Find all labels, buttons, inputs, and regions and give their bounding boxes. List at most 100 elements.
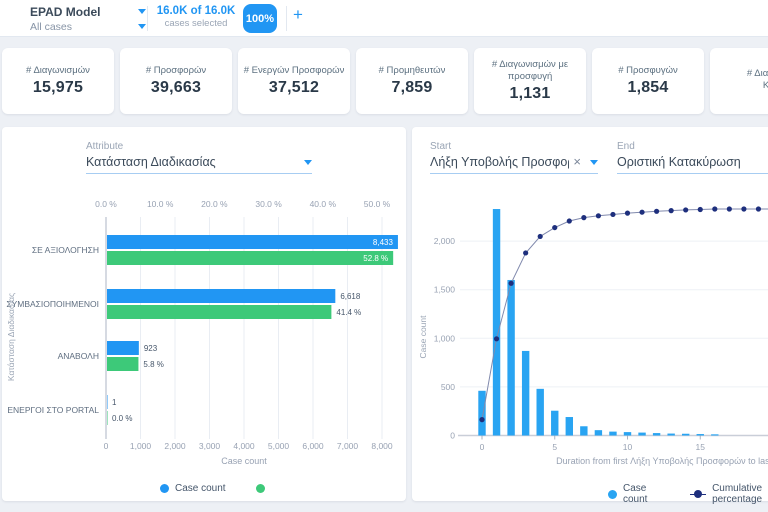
histogram-bar[interactable]: [638, 433, 645, 436]
histogram-bar[interactable]: [493, 209, 500, 435]
y-axis-tick-label: 1,000: [434, 333, 456, 343]
kpi-label: # Διαγων: [747, 68, 768, 80]
attribute-dropdown[interactable]: Attribute Κατάσταση Διαδικασίας: [86, 141, 312, 174]
histogram-bar[interactable]: [566, 417, 573, 435]
duration-histogram-panel: Start Λήξη Υποβολής Προσφορών × End Ορισ…: [412, 127, 768, 501]
legend-item[interactable]: Case count: [160, 483, 226, 494]
cumulative-point[interactable]: [639, 210, 644, 215]
kpi-label: # Διαγωνισμών: [26, 65, 90, 77]
clear-icon[interactable]: ×: [573, 157, 581, 167]
histogram-bar[interactable]: [624, 432, 631, 435]
histogram-bar[interactable]: [682, 434, 689, 436]
category-label: ΣΥΜΒΑΣΙΟΠΟΙΗΜΕΝΟΙ: [6, 299, 99, 309]
histogram-bar[interactable]: [537, 389, 544, 436]
case-count-bar[interactable]: [107, 395, 108, 409]
cumulative-point[interactable]: [625, 211, 630, 216]
cumulative-point[interactable]: [509, 281, 514, 286]
percentage-bar[interactable]: [107, 305, 331, 319]
top-axis-tick-label: 20.0 %: [201, 199, 228, 209]
histogram-bar[interactable]: [478, 391, 485, 436]
legend-label: Case count: [623, 483, 672, 505]
category-label: ΣΕ ΑΞΙΟΛΟΓΗΣΗ: [32, 245, 99, 255]
kpi-value: 1,131: [509, 85, 550, 103]
cumulative-point[interactable]: [523, 250, 528, 255]
cumulative-point[interactable]: [712, 206, 717, 211]
cumulative-point[interactable]: [552, 225, 557, 230]
cumulative-point[interactable]: [596, 213, 601, 218]
cumulative-point[interactable]: [581, 215, 586, 220]
kpi-value: 15,975: [33, 79, 83, 97]
selected-cases-caption: cases selected: [152, 18, 240, 29]
selection-summary: 16.0K of 16.0K cases selected: [152, 5, 240, 29]
cumulative-point[interactable]: [756, 206, 761, 211]
y-axis-title: Case count: [418, 315, 428, 359]
attribute-dropdown-value: Κατάσταση Διαδικασίας: [86, 155, 304, 169]
divider: [147, 6, 148, 31]
kpi-card: # Προμηθευτών 7,859: [356, 48, 468, 114]
cumulative-point[interactable]: [479, 417, 484, 422]
histogram-bar[interactable]: [595, 430, 602, 435]
legend-item[interactable]: [256, 484, 271, 493]
histogram-bar[interactable]: [507, 280, 514, 436]
kpi-value: 7,859: [391, 79, 432, 97]
kpi-value: 39,663: [151, 79, 201, 97]
histogram-bar[interactable]: [711, 434, 718, 435]
bar-value-label: 923: [144, 344, 158, 353]
cumulative-point[interactable]: [727, 206, 732, 211]
cumulative-point[interactable]: [698, 207, 703, 212]
kpi-value: 37,512: [269, 79, 319, 97]
line-dot-marker-icon: [690, 490, 706, 499]
kpi-card: # ΔιαγωνΚ: [710, 48, 768, 114]
add-tab-button[interactable]: +: [293, 5, 303, 25]
percentage-bar[interactable]: [107, 251, 393, 265]
cumulative-point[interactable]: [741, 206, 746, 211]
end-activity-dropdown[interactable]: End Οριστική Κατακύρωση: [617, 141, 768, 174]
top-axis-tick-label: 10.0 %: [147, 199, 174, 209]
kpi-label-line2: Κ: [763, 80, 768, 92]
kpi-label: # Προμηθευτών: [379, 65, 446, 77]
cumulative-point[interactable]: [494, 336, 499, 341]
x-axis-tick-label: 3,000: [199, 441, 221, 451]
legend-label: Case count: [175, 483, 226, 494]
case-count-bar[interactable]: [107, 341, 139, 355]
x-axis-tick-label: 8,000: [371, 441, 393, 451]
histogram-bar[interactable]: [697, 434, 704, 435]
cumulative-point[interactable]: [567, 218, 572, 223]
chevron-down-icon[interactable]: [304, 160, 312, 165]
percentage-bar[interactable]: [107, 357, 138, 371]
histogram-bar[interactable]: [667, 434, 674, 436]
kpi-label: # Προσφορών: [146, 65, 206, 77]
attribute-dropdown-label: Attribute: [86, 141, 312, 152]
histogram-bar[interactable]: [653, 433, 660, 435]
attribute-bar-chart-panel: Attribute Κατάσταση Διαδικασίας 01,0002,…: [2, 127, 406, 501]
selection-percent-button[interactable]: 100%: [243, 4, 277, 33]
x-axis-title: Case count: [221, 456, 267, 466]
y-axis-tick-label: 2,000: [434, 236, 456, 246]
chevron-down-icon[interactable]: [138, 24, 146, 29]
cumulative-point[interactable]: [538, 234, 543, 239]
bar-value-label: 8,433: [373, 238, 394, 247]
cumulative-point[interactable]: [654, 209, 659, 214]
case-count-bar[interactable]: [107, 289, 335, 303]
histogram-bar[interactable]: [551, 411, 558, 436]
top-axis-tick-label: 30.0 %: [255, 199, 282, 209]
cumulative-point[interactable]: [683, 207, 688, 212]
case-count-bar[interactable]: [107, 235, 398, 249]
top-axis-tick-label: 50.0 %: [364, 199, 391, 209]
histogram-bar[interactable]: [522, 351, 529, 436]
model-name: EPAD Model: [30, 5, 100, 19]
chevron-down-icon[interactable]: [138, 9, 146, 14]
x-axis-title: Duration from first Λήξη Υποβολής Προσφο…: [556, 456, 768, 466]
kpi-label: # Διαγωνισμών με: [492, 59, 568, 71]
start-activity-dropdown[interactable]: Start Λήξη Υποβολής Προσφορών ×: [430, 141, 598, 174]
cumulative-point[interactable]: [669, 208, 674, 213]
kpi-label: # Προσφυγών: [618, 65, 678, 77]
model-selector[interactable]: EPAD Model All cases: [30, 4, 146, 34]
histogram-bar[interactable]: [580, 426, 587, 435]
chevron-down-icon[interactable]: [590, 160, 598, 165]
cumulative-point[interactable]: [610, 212, 615, 217]
histogram-bar[interactable]: [609, 432, 616, 436]
legend-item[interactable]: Cumulative percentage: [690, 483, 768, 505]
percentage-bar[interactable]: [107, 411, 108, 425]
legend-item[interactable]: Case count: [608, 483, 672, 505]
